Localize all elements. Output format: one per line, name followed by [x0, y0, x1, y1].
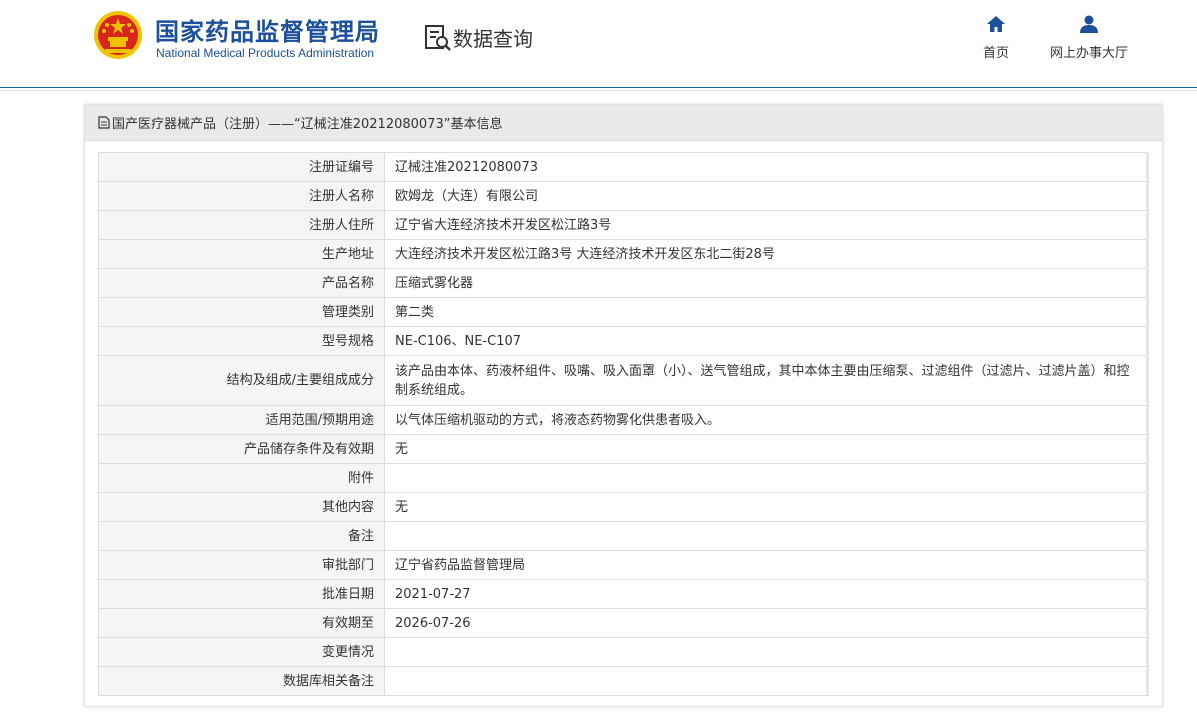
field-label: 适用范围/预期用途: [98, 405, 385, 435]
field-value: 第二类: [384, 297, 1149, 327]
field-value: 无: [384, 434, 1149, 464]
field-value: 辽宁省大连经济技术开发区松江路3号: [384, 210, 1149, 240]
field-label: 产品储存条件及有效期: [98, 434, 385, 464]
field-value: 2021-07-27: [384, 579, 1149, 609]
nav-service-hall-link[interactable]: 网上办事大厅: [1044, 14, 1134, 64]
field-value: 无: [384, 492, 1149, 522]
table-row: 适用范围/预期用途 以气体压缩机驱动的方式，将液态药物雾化供患者吸入。: [98, 405, 1149, 435]
field-value: 欧姆龙（大连）有限公司: [384, 181, 1149, 211]
table-row: 产品储存条件及有效期无: [98, 434, 1149, 464]
nav-home-label: 首页: [982, 46, 1009, 61]
field-label: 管理类别: [98, 297, 385, 327]
table-row: 型号规格 NE-C106、NE-C107: [98, 326, 1149, 356]
field-value: [384, 637, 1149, 667]
site-name-cn: 国家药品监督管理局: [155, 18, 380, 46]
field-label: 产品名称: [98, 268, 385, 298]
table-row: 数据库相关备注: [98, 666, 1149, 696]
table-row: 有效期至 2026-07-26: [98, 608, 1149, 638]
field-label: 其他内容: [98, 492, 385, 522]
table-row: 结构及组成/主要组成成分 该产品由本体、药液杯组件、吸嘴、吸入面罩（小）、送气管组…: [98, 355, 1149, 406]
field-label: 批准日期: [98, 579, 385, 609]
field-label: 注册人住所: [98, 210, 385, 240]
user-icon: [1080, 15, 1098, 33]
field-value: 以气体压缩机驱动的方式，将液态药物雾化供患者吸入。: [384, 405, 1149, 435]
data-query-icon: [425, 25, 451, 51]
table-row: 批准日期 2021-07-27: [98, 579, 1149, 609]
field-label: 变更情况: [98, 637, 385, 667]
table-scrollbar[interactable]: [1146, 152, 1149, 695]
field-label: 附件: [98, 463, 385, 493]
field-label: 备注: [98, 521, 385, 551]
field-value: NE-C106、NE-C107: [384, 326, 1149, 356]
field-label: 有效期至: [98, 608, 385, 638]
header-divider: [0, 90, 1197, 91]
nav-home-link[interactable]: 首页: [974, 14, 1018, 64]
table-row: 生产地址 大连经济技术开发区松江路3号 大连经济技术开发区东北二街28号: [98, 239, 1149, 269]
table-row: 管理类别 第二类: [98, 297, 1149, 327]
table-row: 注册人住所 辽宁省大连经济技术开发区松江路3号: [98, 210, 1149, 240]
field-value: 该产品由本体、药液杯组件、吸嘴、吸入面罩（小）、送气管组成，其中本体主要由压缩泵…: [384, 355, 1149, 406]
field-value: [384, 666, 1149, 696]
field-label: 注册证编号: [98, 152, 385, 182]
document-icon: [98, 116, 110, 129]
home-icon: [987, 16, 1005, 32]
table-row: 注册证编号 辽械注准20212080073: [98, 152, 1149, 182]
nav-service-hall-label: 网上办事大厅: [1049, 46, 1128, 61]
data-query-label: 数据查询: [453, 27, 533, 51]
table-row: 备注: [98, 521, 1149, 551]
table-row: 注册人名称 欧姆龙（大连）有限公司: [98, 181, 1149, 211]
field-value: 压缩式雾化器: [384, 268, 1149, 298]
table-row: 附件: [98, 463, 1149, 493]
table-row: 审批部门 辽宁省药品监督管理局: [98, 550, 1149, 580]
field-value: [384, 463, 1149, 493]
field-label: 型号规格: [98, 326, 385, 356]
national-emblem-icon: [94, 11, 142, 59]
field-label: 数据库相关备注: [98, 666, 385, 696]
field-value: 辽械注准20212080073: [384, 152, 1149, 182]
field-value: [384, 521, 1149, 551]
site-header: 国家药品监督管理局 National Medical Products Admi…: [0, 0, 1197, 88]
field-label: 结构及组成/主要组成成分: [98, 355, 385, 406]
panel-title-bar: 国产医疗器械产品（注册）——“辽械注准20212080073”基本信息: [85, 105, 1162, 141]
table-row: 产品名称 压缩式雾化器: [98, 268, 1149, 298]
field-value: 大连经济技术开发区松江路3号 大连经济技术开发区东北二街28号: [384, 239, 1149, 269]
detail-panel: 国产医疗器械产品（注册）——“辽械注准20212080073”基本信息 注册证编…: [84, 104, 1163, 707]
table-row: 变更情况: [98, 637, 1149, 667]
table-row: 其他内容无: [98, 492, 1149, 522]
panel-title: 国产医疗器械产品（注册）——“辽械注准20212080073”基本信息: [112, 117, 503, 132]
field-value: 辽宁省药品监督管理局: [384, 550, 1149, 580]
field-label: 生产地址: [98, 239, 385, 269]
site-name-en: National Medical Products Administration: [156, 46, 375, 60]
field-label: 注册人名称: [98, 181, 385, 211]
detail-table: 注册证编号 辽械注准20212080073 注册人名称 欧姆龙（大连）有限公司 注册人住…: [98, 152, 1149, 696]
field-label: 审批部门: [98, 550, 385, 580]
field-value: 2026-07-26: [384, 608, 1149, 638]
